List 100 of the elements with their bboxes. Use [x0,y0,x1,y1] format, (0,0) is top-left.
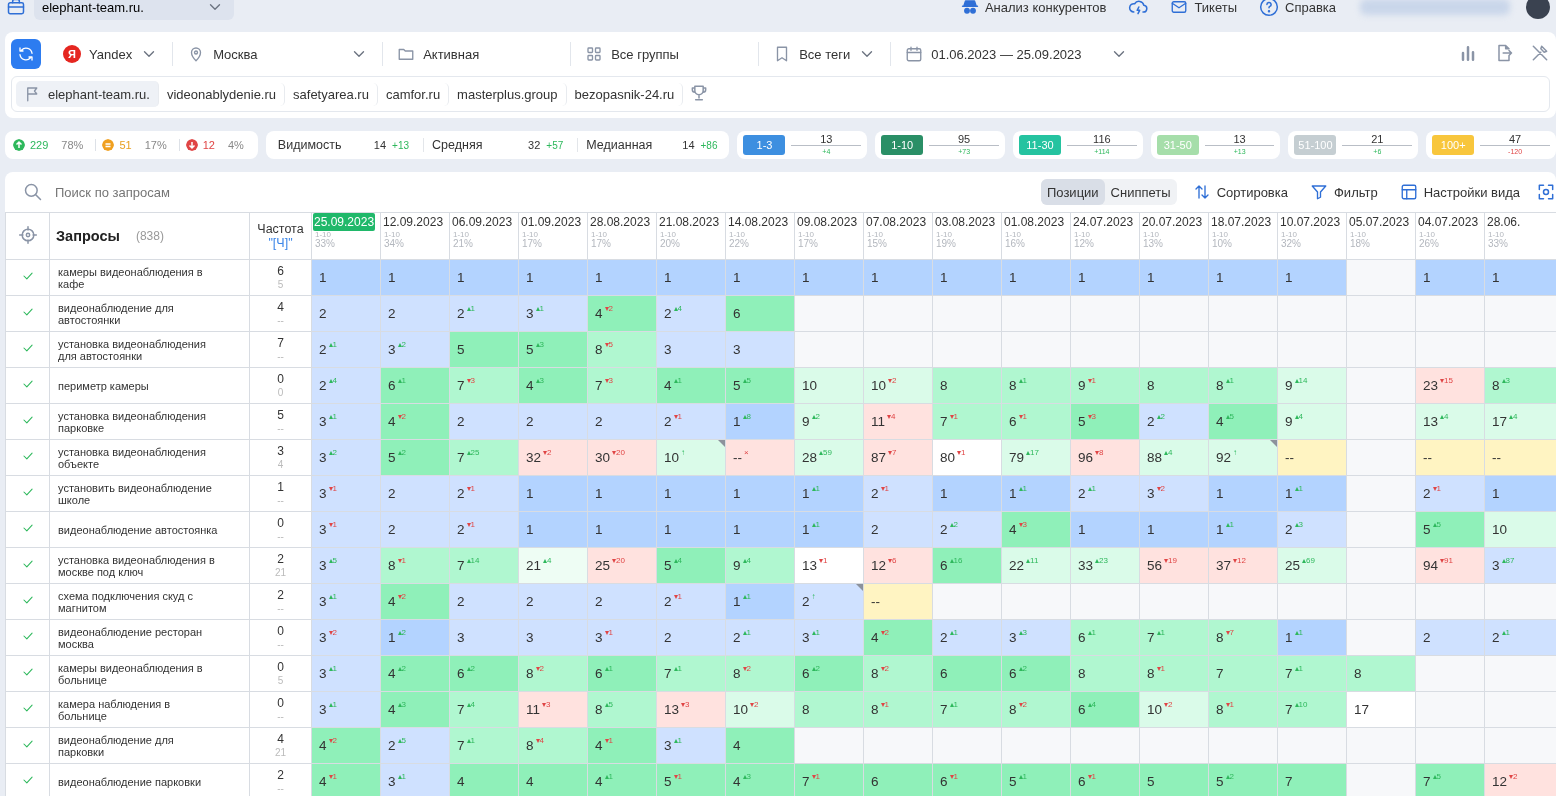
tags-dropdown[interactable]: Все теги [758,42,891,66]
project-dropdown[interactable]: elephant-team.ru. [34,0,234,20]
date-header[interactable]: 01.08.2023 [1003,213,1066,231]
view-tab[interactable]: Сниппеты [1104,179,1177,205]
position-value: 1 [595,522,603,537]
position-change: ▴2 [811,412,820,421]
view-tab[interactable]: Позиции [1041,179,1105,205]
competitor-tab[interactable]: camfor.ru [377,82,450,106]
position-change: ▴59 [819,448,832,457]
position-value: 2 [664,306,672,321]
competitor-tab[interactable]: masterplus.group [449,82,567,106]
date-header[interactable]: 20.07.2023 [1141,213,1204,231]
position-value: 1 [733,486,741,501]
position-value: 3 [319,594,327,609]
position-change: ▴1 [535,304,544,313]
date-header[interactable]: 12.09.2023 [382,213,445,231]
position-value: 3 [319,702,327,717]
refresh-button[interactable] [11,39,41,69]
top-link[interactable]: Тикеты [1170,0,1237,16]
date-header[interactable]: 10.07.2023 [1279,213,1342,231]
date-header[interactable]: 05.07.2023 [1348,213,1411,231]
avatar[interactable] [1526,0,1550,19]
query-text: периметр камеры [58,379,150,392]
position-value: 1 [1216,270,1224,285]
position-value: 5 [526,342,534,357]
spy-icon [960,0,979,16]
position-change: ▾1 [604,628,613,637]
date-header[interactable]: 21.08.2023 [658,213,721,231]
position-value: 1 [457,270,465,285]
toolbar-button[interactable]: Настройки вида [1393,183,1526,201]
position-change: ▾2 [535,664,544,673]
position-change: × [744,448,749,457]
position-value: 2 [1285,522,1293,537]
status-dropdown[interactable]: Активная [382,42,571,66]
position-value: 5 [664,774,672,789]
column-header[interactable]: Частота [250,222,311,236]
position-change: ▴4 [328,376,337,385]
column-header[interactable]: Запросы [56,228,120,244]
position-value: 4 [526,774,534,789]
position-value: 4 [319,774,327,789]
position-value: 1 [319,270,327,285]
position-change: ▾3 [604,376,613,385]
position-change: ▾6 [888,556,897,565]
date-header[interactable]: 28.06. [1486,213,1522,231]
date-header[interactable]: 01.09.2023 [520,213,583,231]
region-dropdown[interactable]: Москва [172,42,383,66]
competitor-tab[interactable]: safetyarea.ru [285,82,378,106]
date-range-picker[interactable]: 01.06.2023 — 25.09.2023 [890,42,1142,66]
share-label: 21% [452,239,474,249]
position-value: 37 [1216,558,1232,573]
date-header[interactable]: 06.09.2023 [451,213,514,231]
position-value: 2 [664,630,672,645]
position-value: 1 [1285,486,1293,501]
date-header[interactable]: 18.07.2023 [1210,213,1273,231]
position-value: 3 [1492,558,1500,573]
range-label: 1-10 [659,231,677,239]
frequency-value: 2 [276,767,285,782]
position-change: ▴3 [535,376,544,385]
range-label: 1-10 [935,231,953,239]
date-header[interactable]: 28.08.2023 [589,213,652,231]
date-header[interactable]: 04.07.2023 [1417,213,1480,231]
date-header[interactable]: 07.08.2023 [865,213,928,231]
position-change: ▴2 [397,448,406,457]
position-value: 1 [526,486,534,501]
date-header[interactable]: 03.08.2023 [934,213,997,231]
date-header[interactable]: 14.08.2023 [727,213,790,231]
position-value: 2 [1423,486,1431,501]
position-value: 2 [733,630,741,645]
groups-dropdown[interactable]: Все группы [570,42,759,66]
toolbar-button[interactable]: Фильтр [1304,183,1384,201]
position-change: ▴87 [1501,556,1515,565]
date-header[interactable]: 09.08.2023 [796,213,859,231]
range-count: 47 [1509,134,1522,145]
competitor-tab[interactable]: bezopasnik-24.ru [566,82,684,106]
position-value: 8 [1216,378,1224,393]
frequency-type-link[interactable]: "[Ч]" [250,236,311,250]
position-value: 3 [388,342,396,357]
position-value: 4 [733,738,741,753]
position-change: ▴3 [1018,628,1027,637]
search-engine-dropdown[interactable]: Я Yandex [49,42,173,66]
position-value: 2 [457,522,465,537]
exact-frequency-value: 0 [276,385,285,400]
position-value: 92 [1216,450,1232,465]
position-change: ▴1 [466,736,475,745]
position-change: ▾2 [1156,484,1165,493]
position-value: 13 [1423,414,1439,429]
competitor-tab[interactable]: videonablydenie.ru [158,82,286,106]
position-change: ▴1 [673,376,682,385]
position-value: 7 [457,738,465,753]
toolbar-button[interactable]: Сортировка [1186,183,1294,201]
date-header[interactable]: 24.07.2023 [1072,213,1135,231]
top-link[interactable]: Анализ конкурентов [960,0,1107,16]
position-value: 2 [1078,486,1086,501]
position-value: 1 [388,270,396,285]
competitor-tab[interactable]: elephant-team.ru. [16,81,159,107]
position-change: ▾3 [466,376,475,385]
range-label: 1-10 [1073,231,1091,239]
position-change: ▴1 [1294,664,1303,673]
exact-frequency-value: -- [276,421,285,436]
top-link[interactable]: Справка [1259,0,1336,17]
